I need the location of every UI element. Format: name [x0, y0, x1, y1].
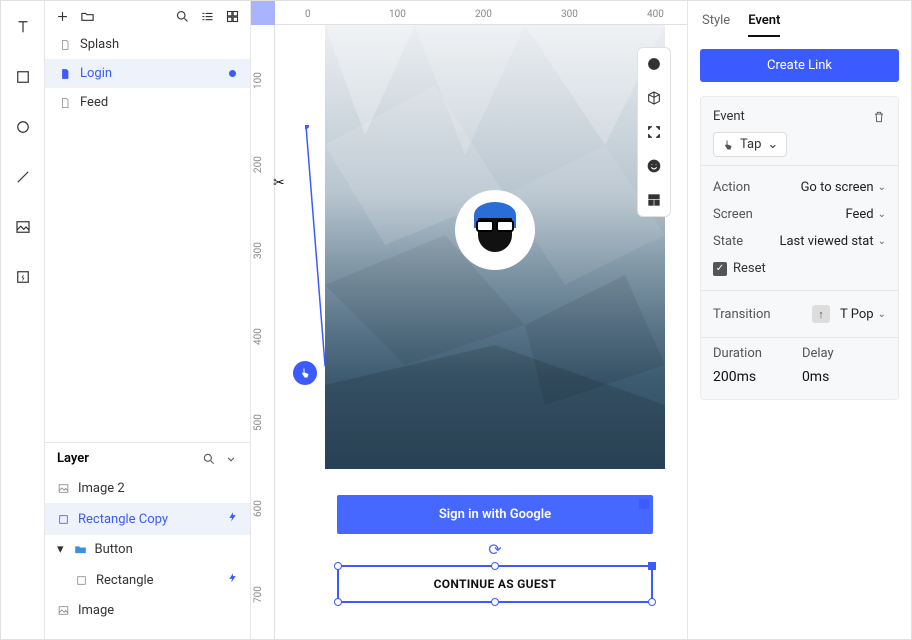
page-label: Feed: [80, 95, 108, 110]
rectangle-tool[interactable]: [11, 65, 35, 89]
active-dot-icon: [229, 70, 236, 77]
caret-down-icon[interactable]: ▾: [57, 542, 64, 557]
layer-header: Layer: [45, 442, 250, 474]
search-icon[interactable]: [202, 452, 216, 466]
canvas[interactable]: 0 100 200 300 400 100 200 300 400 500 60…: [251, 1, 687, 639]
image-tool[interactable]: [11, 215, 35, 239]
canvas-inner: ✂ Link to Prev: [275, 25, 687, 639]
layout-icon[interactable]: [646, 192, 662, 208]
resize-handle[interactable]: [648, 598, 656, 606]
folder-icon[interactable]: [80, 9, 95, 24]
canvas-toolbar: [637, 47, 671, 217]
cube-icon[interactable]: [646, 90, 662, 106]
tab-event[interactable]: Event: [748, 13, 780, 37]
list-icon[interactable]: [200, 9, 215, 24]
avatar: [455, 190, 535, 270]
resize-handle[interactable]: [491, 562, 499, 570]
layer-rectangle-copy[interactable]: Rectangle Copy: [45, 503, 250, 535]
lightning-tool[interactable]: [11, 265, 35, 289]
smile-icon[interactable]: [646, 158, 662, 174]
expand-icon[interactable]: [646, 124, 662, 140]
event-trigger-select[interactable]: Tap ⌄: [713, 132, 787, 157]
text-tool[interactable]: [11, 15, 35, 39]
hero-image: [325, 25, 665, 469]
action-select[interactable]: Go to screen⌄: [801, 180, 886, 195]
screen-select[interactable]: Feed⌄: [845, 207, 886, 222]
state-select[interactable]: Last viewed stat⌄: [779, 234, 886, 249]
device-frame[interactable]: Link to Prev Sign in with Google: [325, 25, 665, 633]
event-handle[interactable]: [648, 562, 656, 570]
circle-tool[interactable]: [11, 115, 35, 139]
page-label: Login: [80, 66, 112, 81]
tap-badge-icon[interactable]: [293, 361, 317, 385]
ruler-horizontal: 0 100 200 300 400: [275, 1, 687, 25]
layer-title: Layer: [57, 451, 89, 466]
trash-icon[interactable]: [872, 110, 886, 124]
chevron-down-icon: ⌄: [767, 137, 778, 152]
chevron-down-icon[interactable]: [224, 452, 238, 466]
ruler-vertical: 100 200 300 400 500 600 700: [251, 25, 275, 639]
grid-icon[interactable]: [225, 9, 240, 24]
layer-image2[interactable]: Image 2: [45, 474, 250, 503]
page-login[interactable]: Login: [45, 59, 250, 88]
page-splash[interactable]: Splash: [45, 30, 250, 59]
layer-rectangle[interactable]: Rectangle: [45, 564, 250, 596]
page-feed[interactable]: Feed: [45, 88, 250, 117]
reset-checkbox[interactable]: ✓Reset: [713, 261, 766, 276]
inspector-tabs: Style Event: [700, 11, 899, 37]
device-buttons: Sign in with Google ⟳ CONTINUE AS GUEST: [325, 469, 665, 633]
target-icon[interactable]: [646, 56, 662, 72]
google-signin-button[interactable]: Sign in with Google: [337, 495, 653, 534]
resize-handle[interactable]: [334, 562, 342, 570]
ruler-corner: [251, 1, 275, 25]
duration-value[interactable]: 200ms: [713, 369, 762, 385]
continue-guest-button[interactable]: CONTINUE AS GUEST: [337, 565, 653, 603]
resize-handle[interactable]: [334, 598, 342, 606]
page-label: Splash: [80, 37, 119, 52]
inspector-panel: Style Event Create Link Event Tap ⌄ Acti…: [687, 1, 911, 639]
add-icon[interactable]: [55, 9, 70, 24]
line-tool[interactable]: [11, 165, 35, 189]
transition-select[interactable]: ↑T Pop⌄: [812, 305, 886, 323]
pages-toolbar: [45, 1, 250, 30]
create-link-button[interactable]: Create Link: [700, 49, 899, 82]
layer-button-folder[interactable]: ▾ Button: [45, 535, 250, 564]
tool-rail: [1, 1, 45, 639]
event-label: Event: [713, 109, 745, 124]
delay-value[interactable]: 0ms: [802, 369, 834, 385]
scissor-icon: ✂: [273, 175, 285, 191]
event-panel: Event Tap ⌄ ActionGo to screen⌄ ScreenFe…: [700, 96, 899, 400]
spinner-icon: ⟳: [337, 534, 653, 565]
tab-style[interactable]: Style: [702, 13, 730, 37]
layer-image[interactable]: Image: [45, 596, 250, 625]
resize-handle[interactable]: [491, 598, 499, 606]
left-panel: Splash Login Feed Layer Image 2 Rectangl…: [45, 1, 251, 639]
event-tag-icon: [639, 499, 649, 509]
search-icon[interactable]: [175, 9, 190, 24]
